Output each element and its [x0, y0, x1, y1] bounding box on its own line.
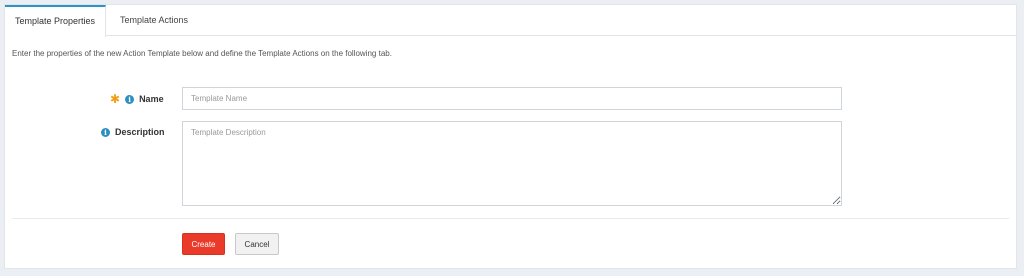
info-circle-icon[interactable]: i	[101, 127, 110, 137]
divider	[12, 218, 1009, 219]
tab-template-properties[interactable]: Template Properties	[5, 5, 106, 37]
description-label: Description	[115, 127, 165, 137]
template-description-textarea[interactable]	[182, 121, 842, 206]
create-button[interactable]: Create	[182, 233, 225, 255]
tab-bar: Template Properties Template Actions	[5, 5, 1016, 37]
template-name-input[interactable]	[182, 87, 842, 110]
info-circle-icon[interactable]: i	[125, 94, 135, 104]
asterisk-icon: ✱	[110, 91, 121, 106]
intro-text: Enter the properties of the new Action T…	[12, 49, 392, 58]
name-label: Name	[139, 94, 164, 104]
name-label-group: ✱ i Name	[110, 91, 164, 106]
cancel-button[interactable]: Cancel	[235, 233, 279, 255]
description-label-group: i Description	[101, 127, 165, 137]
template-properties-panel: Template Properties Template Actions Ent…	[4, 4, 1017, 269]
tab-template-actions[interactable]: Template Actions	[107, 5, 201, 36]
